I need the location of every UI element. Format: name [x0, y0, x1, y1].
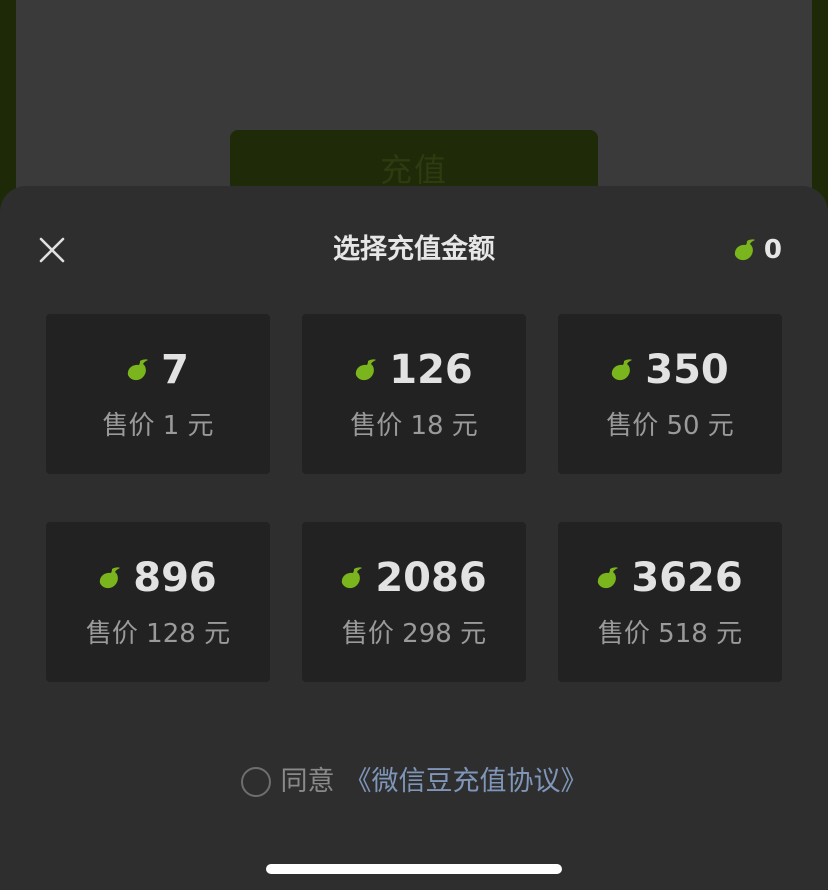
bean-icon — [100, 567, 121, 589]
bean-icon — [598, 567, 619, 589]
agree-checkbox[interactable] — [240, 767, 271, 797]
amount-option-2086[interactable]: 2086 售价 298 元 — [302, 522, 526, 682]
amount-price: 售价 1 元 — [102, 411, 214, 441]
amount-price: 售价 128 元 — [85, 619, 231, 649]
amount-price: 售价 518 元 — [597, 619, 743, 649]
amount-value: 896 — [133, 555, 217, 601]
screen: 充值 选择充值金额 0 7 售价 1 元 126 售价 18 元 350 售价 … — [0, 0, 828, 890]
recharge-sheet: 选择充值金额 0 7 售价 1 元 126 售价 18 元 350 售价 50 … — [0, 186, 828, 890]
amount-row: 2086 — [341, 553, 487, 603]
agree-label: 同意 — [280, 766, 335, 797]
bean-icon — [127, 359, 149, 381]
home-indicator — [266, 864, 562, 874]
balance-value: 0 — [763, 235, 782, 265]
bean-icon — [612, 359, 633, 381]
bean-icon — [342, 567, 363, 589]
amount-row: 7 — [127, 345, 189, 395]
agreement-row: 同意 《微信豆充值协议》 — [0, 762, 828, 802]
amount-row: 896 — [99, 553, 217, 603]
amount-price: 售价 18 元 — [350, 411, 478, 441]
bean-icon — [734, 239, 755, 261]
amount-value: 2086 — [375, 555, 487, 601]
amount-grid: 7 售价 1 元 126 售价 18 元 350 售价 50 元 896 售价 … — [46, 314, 782, 682]
agreement-link[interactable]: 《微信豆充值协议》 — [345, 762, 588, 802]
amount-option-126[interactable]: 126 售价 18 元 — [302, 314, 526, 474]
sheet-title: 选择充值金额 — [333, 234, 495, 265]
amount-row: 350 — [611, 345, 729, 395]
amount-value: 7 — [161, 347, 189, 393]
amount-value: 126 — [389, 347, 473, 393]
amount-option-3626[interactable]: 3626 售价 518 元 — [558, 522, 782, 682]
amount-option-350[interactable]: 350 售价 50 元 — [558, 314, 782, 474]
amount-option-7[interactable]: 7 售价 1 元 — [46, 314, 270, 474]
bean-icon — [356, 359, 377, 381]
amount-price: 售价 50 元 — [606, 411, 734, 441]
amount-row: 126 — [355, 345, 473, 395]
amount-row: 3626 — [597, 553, 743, 603]
bean-balance: 0 — [734, 230, 782, 270]
amount-price: 售价 298 元 — [341, 619, 487, 649]
amount-value: 350 — [645, 347, 729, 393]
amount-option-896[interactable]: 896 售价 128 元 — [46, 522, 270, 682]
amount-value: 3626 — [631, 555, 743, 601]
